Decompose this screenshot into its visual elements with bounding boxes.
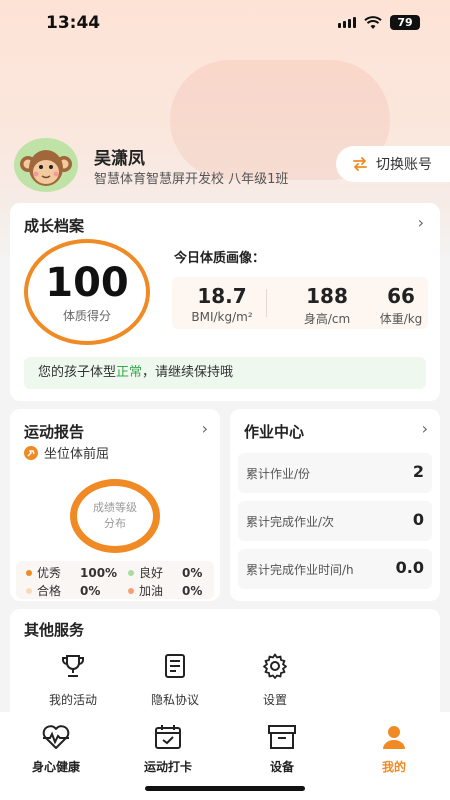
body-type-notice: 您的孩子体型正常，请继续保持哦	[24, 357, 426, 389]
switch-account-button[interactable]: 切换账号	[336, 146, 450, 182]
homework-time-label: 累计完成作业时间/h	[246, 563, 354, 577]
bmi-metric: 18.7 BMI/kg/m²	[182, 285, 262, 324]
settings-button[interactable]: 设置	[230, 653, 320, 708]
homework-completed-row: 累计完成作业/次 0	[238, 501, 432, 541]
tab-health[interactable]: 身心健康	[6, 724, 106, 775]
physique-score: 100	[45, 259, 129, 306]
my-activities-button[interactable]: 我的活动	[28, 653, 118, 708]
grade-distribution-ring: 成绩等级 分布	[70, 479, 160, 553]
divider	[266, 289, 267, 317]
metrics-panel: 18.7 BMI/kg/m² 188 身高/cm 66 体重/kg	[172, 277, 428, 329]
avatar[interactable]	[14, 138, 78, 192]
home-indicator	[145, 786, 305, 791]
tab-checkin[interactable]: 运动打卡	[118, 724, 218, 775]
monkey-avatar-icon	[20, 150, 72, 186]
legend-label: 优秀	[37, 566, 62, 580]
legend-dot	[26, 569, 32, 576]
chevron-right-icon[interactable]: ›	[422, 419, 428, 438]
settings-label: 设置	[262, 693, 287, 707]
height-metric: 188 身高/cm	[290, 285, 364, 327]
trophy-icon	[62, 655, 84, 677]
notice-prefix: 您的孩子体型	[38, 365, 117, 380]
status-icons: 79	[338, 15, 420, 30]
status-bar: 13:44 79	[0, 0, 450, 48]
growth-title: 成长档案	[24, 217, 85, 235]
legend-dot	[128, 569, 134, 576]
gear-icon	[263, 653, 287, 679]
legend-pct: 0%	[80, 583, 101, 598]
tab-checkin-label: 运动打卡	[143, 760, 192, 774]
legend-pct: 100%	[80, 565, 118, 580]
homework-completed-value: 0	[412, 510, 424, 529]
grade-ring-label-1: 成绩等级	[93, 501, 137, 514]
notice-status: 正常	[116, 365, 143, 380]
privacy-policy-label: 隐私协议	[150, 693, 199, 707]
sport-item-label: 坐位体前屈	[44, 447, 110, 462]
status-time: 13:44	[46, 13, 101, 33]
chevron-right-icon[interactable]: ›	[418, 213, 424, 232]
battery-icon: 79	[390, 15, 420, 30]
grade-ring-label-2: 分布	[104, 517, 126, 530]
homework-center-card[interactable]: 作业中心 › 累计作业/份 2 累计完成作业/次 0 累计完成作业时间/h 0.…	[230, 409, 440, 601]
legend-pass: 合格 0%	[26, 582, 100, 599]
physique-score-label: 体质得分	[62, 308, 111, 323]
homework-title: 作业中心	[244, 423, 305, 441]
homework-time-row: 累计完成作业时间/h 0.0	[238, 549, 432, 589]
calendar-check-icon	[155, 725, 181, 749]
document-icon	[165, 654, 185, 678]
user-name: 吴潇凤	[94, 149, 145, 169]
box-icon	[268, 725, 296, 749]
legend-pct: 0%	[182, 583, 203, 598]
tab-health-label: 身心健康	[31, 760, 80, 774]
person-icon	[383, 726, 405, 749]
swap-icon	[353, 157, 367, 171]
legend-keep-going: 加油 0%	[128, 582, 202, 599]
homework-total-label: 累计作业/份	[246, 467, 311, 481]
height-unit: 身高/cm	[303, 312, 351, 326]
my-activities-label: 我的活动	[48, 693, 97, 707]
notice-suffix: ，请继续保持哦	[142, 365, 234, 380]
bmi-value: 18.7	[197, 284, 247, 308]
grade-legend: 优秀 100% 良好 0% 合格 0% 加油 0%	[16, 561, 214, 599]
sport-report-title: 运动报告	[24, 423, 85, 441]
other-services-card: 其他服务 我的活动 隐私协议 设置	[10, 609, 440, 719]
growth-archive-card[interactable]: 成长档案 › 100 体质得分 今日体质画像： 18.7 BMI/kg/m² 1…	[10, 203, 440, 401]
tab-mine-label: 我的	[381, 760, 406, 774]
running-icon	[24, 445, 38, 460]
weight-unit: 体重/kg	[379, 312, 423, 326]
sport-item: 坐位体前屈	[24, 443, 109, 462]
sport-report-card[interactable]: 运动报告 › 坐位体前屈 成绩等级 分布 优秀 100% 良好 0% 合格 0%…	[10, 409, 220, 601]
bmi-unit: BMI/kg/m²	[191, 310, 253, 324]
score-ring: 100 体质得分	[24, 239, 150, 345]
legend-label: 加油	[139, 584, 164, 598]
switch-account-label: 切换账号	[376, 157, 432, 173]
legend-good: 良好 0%	[128, 564, 202, 581]
weight-value: 66	[387, 284, 415, 308]
heart-pulse-icon	[42, 725, 70, 749]
height-value: 188	[306, 284, 348, 308]
weight-metric: 66 体重/kg	[368, 285, 434, 327]
tab-devices[interactable]: 设备	[232, 724, 332, 775]
wifi-icon	[364, 15, 382, 29]
legend-dot	[26, 587, 32, 594]
legend-label: 合格	[37, 584, 62, 598]
legend-label: 良好	[139, 566, 164, 580]
user-school: 智慧体育智慧屏开发校 八年级1班	[94, 172, 289, 187]
services-title: 其他服务	[24, 621, 85, 639]
privacy-policy-button[interactable]: 隐私协议	[130, 653, 220, 708]
signal-icon	[338, 17, 356, 28]
tab-mine[interactable]: 我的	[344, 724, 444, 775]
homework-total-row: 累计作业/份 2	[238, 453, 432, 493]
legend-pct: 0%	[182, 565, 203, 580]
homework-total-value: 2	[412, 462, 424, 481]
today-profile-label: 今日体质画像：	[174, 251, 266, 266]
chevron-right-icon[interactable]: ›	[202, 419, 208, 438]
homework-completed-label: 累计完成作业/次	[246, 515, 335, 529]
legend-excellent: 优秀 100%	[26, 564, 117, 581]
tab-devices-label: 设备	[269, 760, 294, 774]
legend-dot	[128, 587, 134, 594]
homework-time-value: 0.0	[395, 558, 424, 577]
